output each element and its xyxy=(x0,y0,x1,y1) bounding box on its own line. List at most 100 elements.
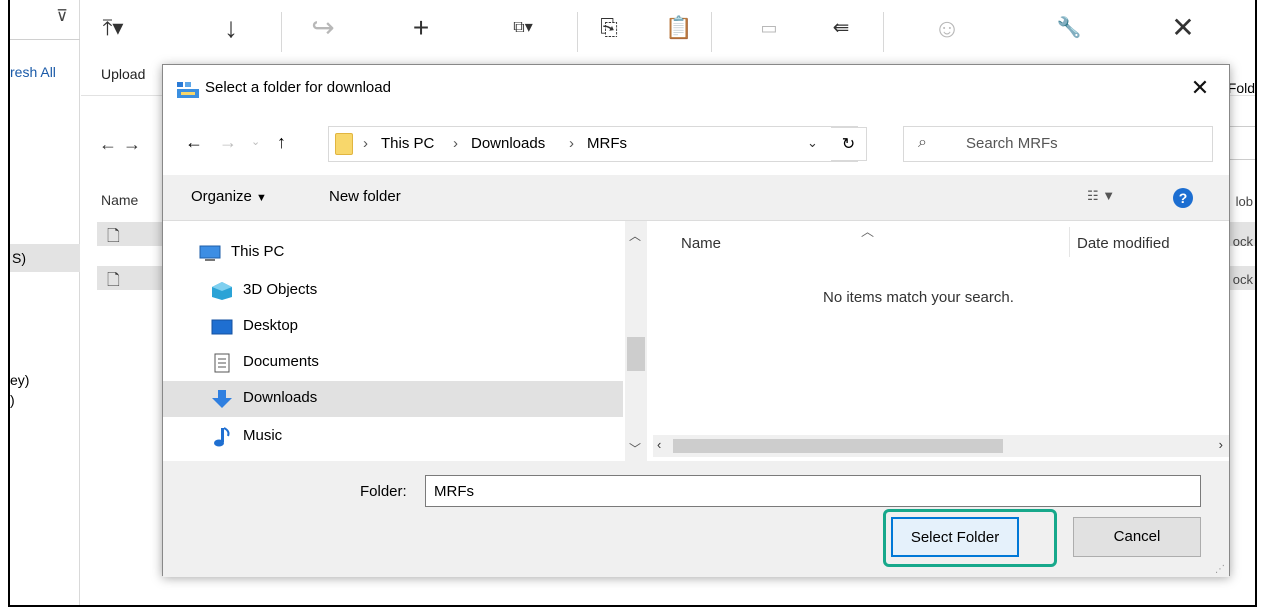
forward-icon[interactable]: → xyxy=(219,132,237,152)
copy-icon[interactable]: ⎘ xyxy=(589,14,629,42)
downloads-icon xyxy=(212,390,232,408)
column-header-row: Name ︿ Date modified xyxy=(653,221,1229,265)
browser-content: This PC 3D Objects Desktop Documents Dow… xyxy=(163,221,1229,461)
sidebar-item[interactable]: ey) xyxy=(10,372,29,388)
new-folder-button[interactable]: New folder xyxy=(329,188,401,205)
breadcrumb-downloads[interactable]: Downloads xyxy=(471,135,545,152)
search-placeholder: Search MRFs xyxy=(966,135,1058,152)
folder-label-bg: Fold xyxy=(1227,80,1255,96)
folder-name-input[interactable] xyxy=(425,475,1201,507)
scroll-thumb[interactable] xyxy=(627,337,645,371)
pc-icon xyxy=(199,245,221,261)
user-icon[interactable]: ☺ xyxy=(927,14,967,42)
desktop-icon xyxy=(211,319,233,335)
tree-item-desktop[interactable]: Desktop xyxy=(199,309,623,345)
background-name-header[interactable]: Name xyxy=(101,192,138,208)
refresh-all-link[interactable]: resh All xyxy=(10,64,56,80)
move-folder-icon[interactable]: ⇚ xyxy=(821,14,861,42)
recent-chevron-icon[interactable]: ⌄ xyxy=(251,132,260,152)
tree-item-label: This PC xyxy=(231,243,285,260)
scroll-down-icon[interactable]: ﹀ xyxy=(629,440,641,457)
command-bar: Organize ▼ New folder ☷ ▼ ? xyxy=(163,175,1229,221)
refresh-button[interactable]: ↻ xyxy=(831,127,867,161)
scroll-thumb[interactable] xyxy=(673,439,1003,453)
empty-message: No items match your search. xyxy=(823,289,1014,306)
search-icon: ⌕ xyxy=(918,134,927,151)
file-list: Name ︿ Date modified No items match your… xyxy=(653,221,1229,461)
breadcrumb-mrfs[interactable]: MRFs xyxy=(587,135,627,152)
paste-icon[interactable]: 📋 xyxy=(659,14,699,42)
scroll-right-icon[interactable]: › xyxy=(1219,437,1223,452)
folder-picker-icon xyxy=(177,82,199,98)
copy-menu-icon[interactable]: ⧉▾ xyxy=(503,14,543,42)
resize-grip-icon[interactable]: ⋰ xyxy=(1215,564,1225,575)
file-icon: 🗋 xyxy=(107,228,120,245)
tree-item-3d-objects[interactable]: 3D Objects xyxy=(199,273,623,309)
music-icon xyxy=(214,427,230,447)
download-icon[interactable]: ↓ xyxy=(211,14,251,42)
folder-icon xyxy=(335,133,353,155)
dialog-titlebar: Select a folder for download ✕ xyxy=(163,65,1229,113)
up-icon[interactable]: ↑ xyxy=(277,132,286,152)
breadcrumb-separator: › xyxy=(569,135,574,152)
organize-menu[interactable]: Organize ▼ xyxy=(191,188,267,205)
tree-item-label: Downloads xyxy=(243,389,318,406)
background-cell: ock xyxy=(1232,272,1253,287)
help-icon[interactable]: ? xyxy=(1173,188,1193,208)
tree-scrollbar[interactable]: ︿ ﹀ xyxy=(625,221,647,461)
sort-ascending-icon: ︿ xyxy=(861,224,875,239)
rename-icon[interactable]: ▭ xyxy=(749,14,789,42)
close-icon[interactable]: ✕ xyxy=(1163,14,1203,42)
breadcrumb-this-pc[interactable]: This PC xyxy=(381,135,434,152)
redo-icon[interactable]: ↪ xyxy=(303,14,343,42)
tree-item-this-pc[interactable]: This PC xyxy=(199,235,623,271)
tree-item-music[interactable]: Music xyxy=(199,419,623,455)
chevron-down-icon[interactable]: ⌄ xyxy=(807,135,818,151)
tree-item-label: 3D Objects xyxy=(243,281,318,298)
tree-item-documents[interactable]: Documents xyxy=(199,345,623,381)
background-column: lob xyxy=(1235,194,1253,209)
sidebar-selected-item[interactable]: S) xyxy=(10,244,80,272)
navigation-pane: This PC 3D Objects Desktop Documents Dow… xyxy=(163,221,653,461)
breadcrumb-separator: › xyxy=(363,135,368,152)
folder-footer: Folder: Select Folder Cancel ⋰ xyxy=(163,461,1229,577)
refresh-icon: ↻ xyxy=(841,136,856,153)
cancel-button[interactable]: Cancel xyxy=(1073,517,1201,557)
breadcrumb-separator: › xyxy=(453,135,458,152)
dropdown-arrow-icon: ▼ xyxy=(256,192,267,204)
scroll-left-icon[interactable]: ‹ xyxy=(657,437,661,452)
background-input[interactable] xyxy=(1227,126,1255,160)
tree-item-downloads[interactable]: Downloads xyxy=(163,381,623,417)
toolbar-divider xyxy=(711,12,712,52)
column-divider[interactable] xyxy=(1069,227,1070,257)
wrench-icon[interactable]: 🔧 xyxy=(1049,14,1089,42)
background-cell: ock xyxy=(1232,234,1253,249)
documents-icon xyxy=(214,353,230,373)
tree-item-label: Desktop xyxy=(243,317,299,334)
file-icon: 🗋 xyxy=(107,272,120,289)
tree-item-label: Documents xyxy=(243,353,319,370)
upload-icon[interactable]: ⤒▾ xyxy=(93,14,133,42)
search-box[interactable]: ⌕ Search MRFs xyxy=(903,126,1213,162)
column-date-modified[interactable]: Date modified xyxy=(1077,235,1170,252)
toolbar-divider xyxy=(281,12,282,52)
view-options-icon[interactable]: ☷ ▼ xyxy=(1087,188,1115,204)
tree-item-label: Music xyxy=(243,427,283,444)
add-icon[interactable]: + xyxy=(401,14,441,42)
select-folder-button[interactable]: Select Folder xyxy=(891,517,1019,557)
toolbar-divider xyxy=(883,12,884,52)
sidebar-item[interactable]: ) xyxy=(10,392,15,408)
background-nav-arrows[interactable]: ←→ xyxy=(99,134,147,155)
scroll-up-icon[interactable]: ︿ xyxy=(629,227,641,244)
column-name[interactable]: Name xyxy=(681,235,721,252)
dialog-title: Select a folder for download xyxy=(205,79,391,96)
list-horizontal-scrollbar[interactable]: ‹ › xyxy=(653,435,1229,457)
address-bar[interactable]: › This PC › Downloads › MRFs ⌄ xyxy=(328,126,858,162)
back-icon[interactable]: ← xyxy=(185,132,203,152)
close-icon[interactable]: ✕ xyxy=(1185,73,1215,103)
upload-label[interactable]: Upload xyxy=(101,66,145,82)
filter-icon[interactable]: ⊽ xyxy=(56,6,68,26)
filter-area: ⊽ xyxy=(10,0,80,40)
organize-label: Organize xyxy=(191,188,252,205)
select-folder-dialog: Select a folder for download ✕ ← → ⌄ ↑ ›… xyxy=(162,64,1230,577)
